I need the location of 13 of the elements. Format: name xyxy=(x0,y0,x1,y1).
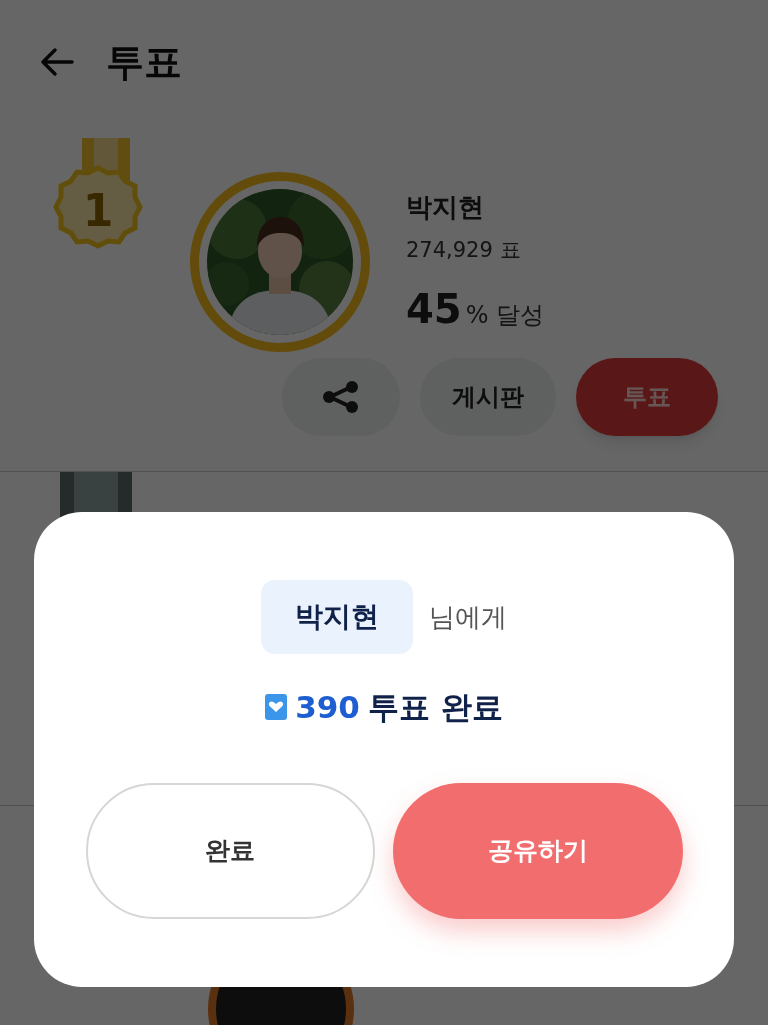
candidate-name: 박지현 xyxy=(406,191,485,224)
page-title: 투표 xyxy=(106,38,182,86)
board-button[interactable]: 게시판 xyxy=(420,358,556,436)
percent-label: % 달성 xyxy=(465,299,545,331)
share-button[interactable]: 공유하기 xyxy=(392,782,683,919)
vote-result: 투표 완료 xyxy=(367,688,503,727)
vote-count: 274,929 표 xyxy=(406,237,522,264)
percent-value: 45 xyxy=(406,284,462,334)
vote-amount: 390 xyxy=(295,688,360,727)
recipient-suffix: 님에게 xyxy=(429,600,507,634)
rank-number: 1 xyxy=(81,184,115,238)
done-button[interactable]: 완료 xyxy=(85,782,375,919)
recipient-name: 박지현 xyxy=(261,580,413,654)
